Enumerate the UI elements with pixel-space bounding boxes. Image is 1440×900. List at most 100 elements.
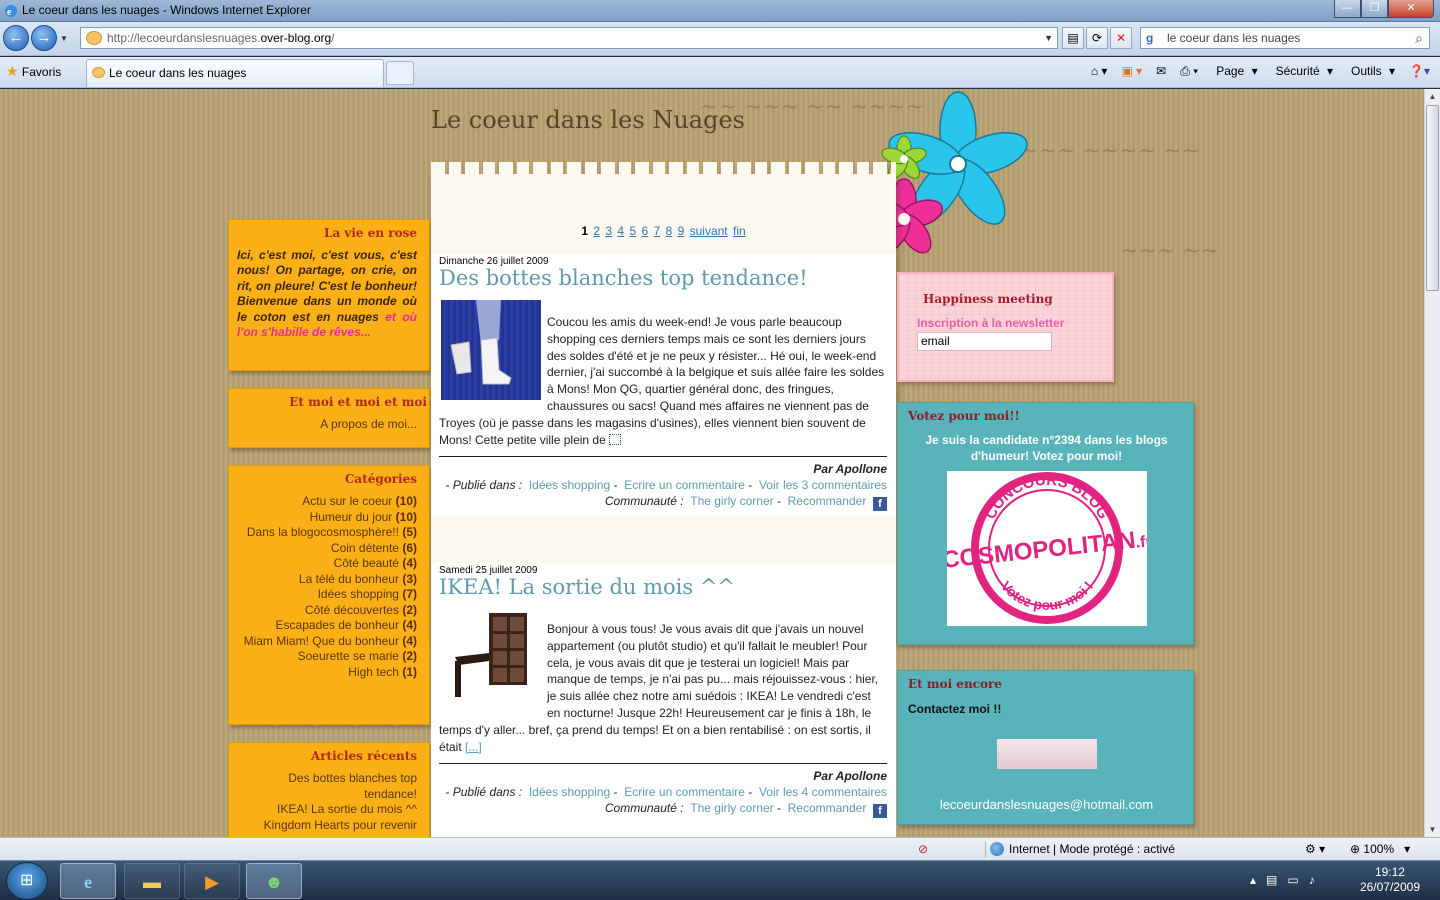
page-next-link[interactable]: suivant — [690, 224, 728, 238]
recommend-link[interactable]: Recommander — [788, 801, 867, 815]
mail-icon[interactable]: ✉ — [1152, 63, 1170, 79]
security-zone[interactable]: Internet | Mode protégé : activé — [990, 838, 1175, 860]
community-link[interactable]: The girly corner — [690, 494, 773, 508]
post-title[interactable]: Des bottes blanches top tendance! — [439, 266, 887, 290]
search-icon[interactable]: ⌕ — [1415, 28, 1423, 48]
blog-post: Samedi 25 juillet 2009 IKEA! La sortie d… — [431, 563, 896, 837]
post-category-link[interactable]: Idées shopping — [529, 478, 610, 492]
category-link[interactable]: Soeurette se marie (2) — [237, 649, 417, 665]
refresh-icon[interactable]: ⟳ — [1086, 27, 1108, 49]
newsletter-email-input[interactable]: email — [917, 332, 1052, 351]
page-link[interactable]: 2 — [593, 224, 600, 238]
address-field[interactable]: http://lecoeurdanslesnuages.over-blog.or… — [80, 27, 1058, 49]
zone-settings-icon[interactable]: ⚙ ▾ — [1305, 838, 1325, 860]
taskbar-media-player[interactable]: ▶ — [184, 863, 240, 899]
tools-menu[interactable]: Outils ▾ — [1343, 63, 1399, 79]
category-link[interactable]: La télé du bonheur (3) — [237, 572, 417, 588]
page-link[interactable]: 7 — [654, 224, 661, 238]
volume-icon[interactable]: ♪ — [1309, 873, 1325, 887]
network-icon[interactable]: ▤ — [1266, 873, 1287, 887]
recent-article-link[interactable]: Des bottes blanches top tendance! — [237, 771, 417, 802]
category-link[interactable]: Côté beauté (4) — [237, 556, 417, 572]
read-more-icon[interactable] — [609, 433, 622, 445]
post-body: Bonjour à vous tous! Je vous avais dit q… — [439, 609, 887, 755]
page-link[interactable]: 4 — [617, 224, 624, 238]
taskbar-explorer[interactable]: ▬ — [124, 863, 180, 899]
recommend-link[interactable]: Recommander — [788, 494, 867, 508]
compatibility-view-icon[interactable]: ▤ — [1062, 27, 1084, 49]
scroll-down-icon[interactable]: ▼ — [1425, 822, 1440, 837]
clock[interactable]: 19:12 26/07/2009 — [1360, 865, 1420, 895]
display-icon[interactable]: ▭ — [1287, 873, 1308, 887]
forward-button[interactable]: → — [31, 25, 57, 51]
contact-email[interactable]: lecoeurdanslesnuages@hotmail.com — [898, 797, 1195, 812]
category-link[interactable]: Idées shopping (7) — [237, 587, 417, 603]
search-input[interactable]: g le coeur dans les nuages ⌕ — [1140, 27, 1430, 49]
show-hidden-icons[interactable]: ▴ — [1250, 873, 1266, 887]
cosmopolitan-contest-badge[interactable]: CONCOURS BLOG Votez pour moi ! COSMOPOLI… — [941, 471, 1153, 626]
post-thumbnail-shelf-image[interactable] — [441, 609, 541, 709]
minimize-button[interactable]: — — [1334, 0, 1361, 18]
page-link[interactable]: 9 — [678, 224, 685, 238]
window-title: Le coeur dans les nuages - Windows Inter… — [22, 3, 311, 17]
scrollbar-thumb[interactable] — [1426, 105, 1439, 291]
new-tab-button[interactable] — [386, 61, 414, 85]
recent-pages-dropdown-icon[interactable]: ▼ — [60, 34, 68, 43]
write-comment-link[interactable]: Ecrire un commentaire — [624, 785, 745, 799]
scroll-up-icon[interactable]: ▲ — [1425, 89, 1440, 104]
recent-article-link[interactable]: IKEA! La sortie du mois ^^ — [237, 802, 417, 818]
vertical-scrollbar[interactable]: ▲ ▼ — [1424, 89, 1440, 837]
community-link[interactable]: The girly corner — [690, 801, 773, 815]
category-link[interactable]: Humeur du jour (10) — [237, 510, 417, 526]
page-link[interactable]: 8 — [666, 224, 673, 238]
newsletter-box: Happiness meeting Inscription à la newsl… — [897, 272, 1114, 382]
tab-active[interactable]: Le coeur dans les nuages — [86, 59, 384, 87]
zoom-control[interactable]: ⊕ 100% ▾ — [1350, 838, 1410, 860]
category-link[interactable]: Coin détente (6) — [237, 541, 417, 557]
see-comments-link[interactable]: Voir les 4 commentaires — [759, 785, 887, 799]
category-name: Actu sur le coeur — [302, 494, 393, 508]
page-link[interactable]: 5 — [629, 224, 636, 238]
start-button[interactable]: ⊞ — [6, 862, 48, 900]
tab-favicon-icon — [92, 67, 105, 78]
facebook-icon[interactable]: f — [873, 497, 887, 512]
page-link[interactable]: 3 — [605, 224, 612, 238]
taskbar-internet-explorer[interactable]: e — [60, 863, 116, 899]
popup-blocker-icon[interactable]: ⊘ — [918, 838, 928, 860]
see-comments-link[interactable]: Voir les 3 commentaires — [759, 478, 887, 492]
facebook-icon[interactable]: f — [873, 804, 887, 819]
read-more-link[interactable]: [...] — [465, 740, 482, 754]
print-icon[interactable]: ⎙ ▾ — [1176, 63, 1202, 79]
page-link[interactable]: 6 — [641, 224, 648, 238]
home-icon[interactable]: ⌂ ▾ — [1087, 63, 1112, 79]
url-suffix: / — [331, 31, 335, 45]
address-dropdown-icon[interactable]: ▼ — [1044, 28, 1053, 48]
security-menu[interactable]: Sécurité ▾ — [1268, 63, 1337, 79]
zoom-text: 100% — [1363, 842, 1395, 856]
svg-text:e: e — [7, 7, 12, 18]
back-button[interactable]: ← — [3, 25, 29, 51]
post-category-link[interactable]: Idées shopping — [529, 785, 610, 799]
taskbar-messenger[interactable]: ☻ — [246, 863, 302, 899]
contact-image[interactable] — [997, 739, 1097, 769]
category-link[interactable]: Actu sur le coeur (10) — [237, 494, 417, 510]
post-title[interactable]: IKEA! La sortie du mois ^^ — [439, 575, 887, 599]
category-link[interactable]: Escapades de bonheur (4) — [237, 618, 417, 634]
page-end-link[interactable]: fin — [733, 224, 746, 238]
blog-title[interactable]: Le coeur dans les Nuages — [431, 106, 745, 134]
page-menu[interactable]: Page ▾ — [1208, 63, 1261, 79]
favorites-button[interactable]: ★ Favoris — [6, 62, 61, 81]
category-link[interactable]: Miam Miam! Que du bonheur (4) — [237, 634, 417, 650]
category-link[interactable]: Dans la blogocosmosphère!! (5) — [237, 525, 417, 541]
category-link[interactable]: Côté découvertes (2) — [237, 603, 417, 619]
rss-feed-icon[interactable]: ▣ ▾ — [1117, 63, 1146, 79]
stop-icon[interactable]: ✕ — [1110, 27, 1132, 49]
maximize-button[interactable]: ❐ — [1361, 0, 1388, 18]
category-link[interactable]: High tech (1) — [237, 665, 417, 681]
about-me-link[interactable]: A propos de moi... — [237, 417, 417, 433]
help-icon[interactable]: ❓▾ — [1405, 63, 1434, 79]
write-comment-link[interactable]: Ecrire un commentaire — [624, 478, 745, 492]
post-thumbnail-boots-image[interactable] — [441, 300, 541, 400]
recent-article-link[interactable]: Kingdom Hearts pour revenir — [237, 818, 417, 834]
close-button[interactable]: ✕ — [1388, 0, 1434, 18]
